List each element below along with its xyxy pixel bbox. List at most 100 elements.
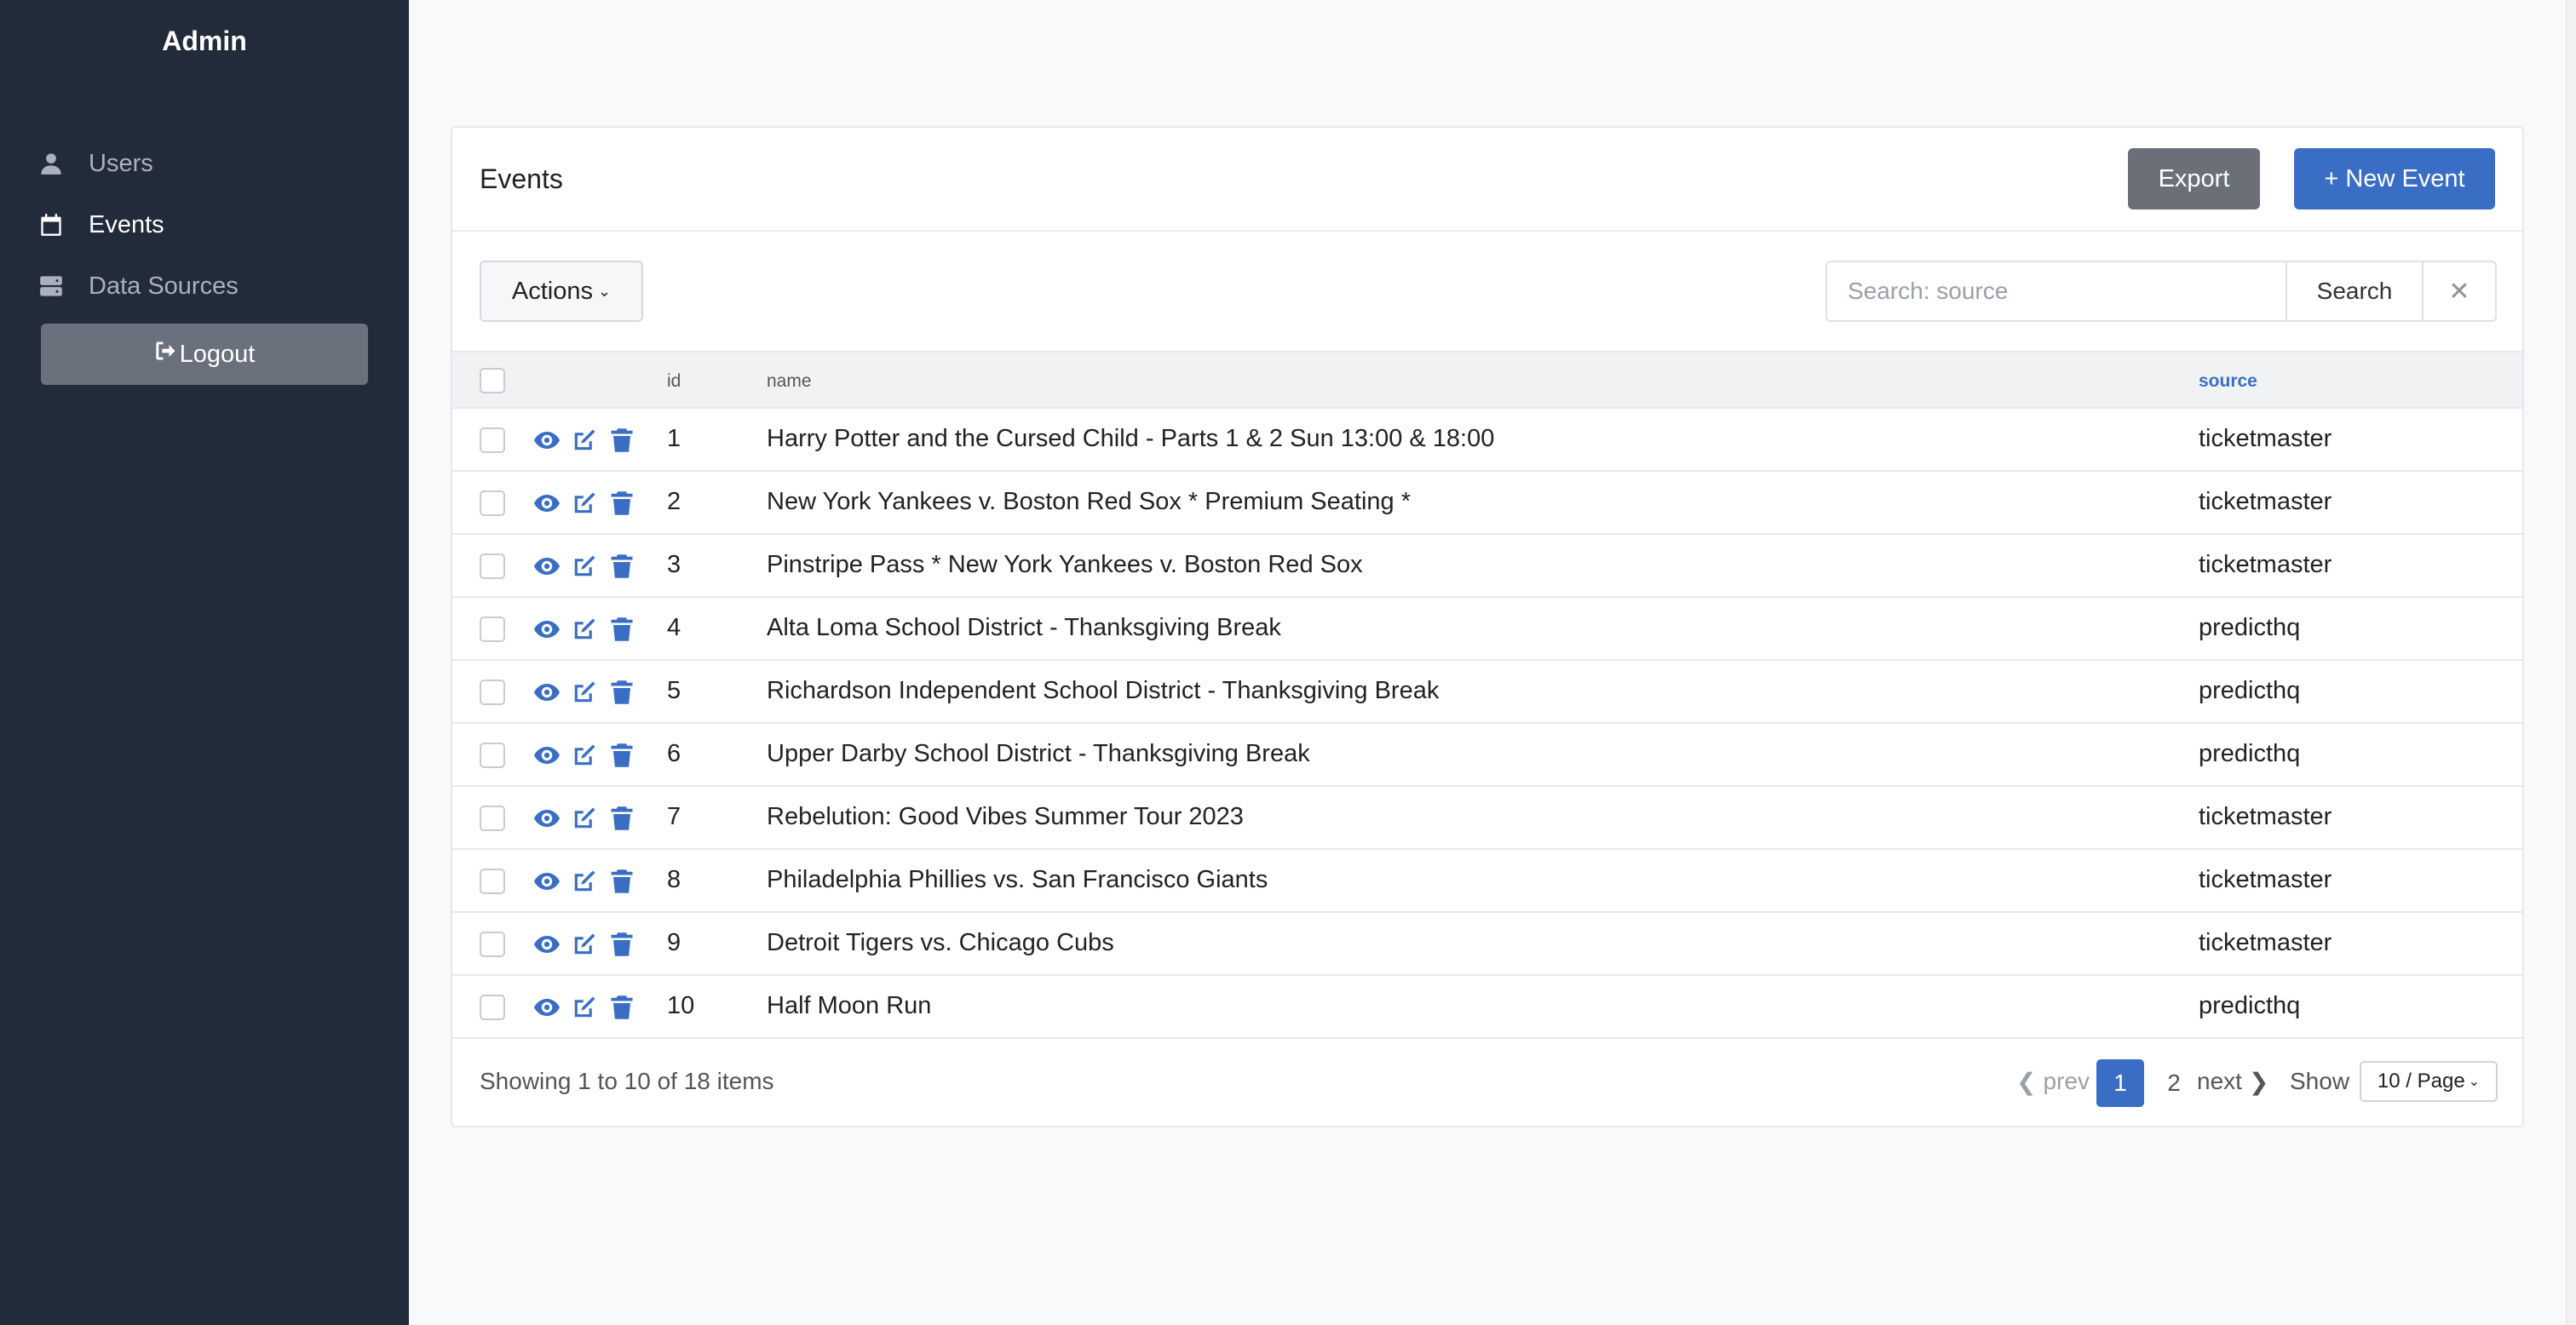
edit-icon[interactable] — [572, 490, 597, 516]
cell-source: ticketmaster — [2199, 803, 2332, 830]
trash-icon[interactable] — [609, 743, 635, 768]
trash-icon[interactable] — [609, 490, 635, 516]
clear-search-icon[interactable]: ✕ — [2424, 262, 2495, 320]
search-input[interactable] — [1827, 262, 2287, 320]
table-row: 5 Richardson Independent School District … — [452, 661, 2522, 724]
chevron-left-icon: ❮ — [2016, 1068, 2037, 1095]
chevron-right-icon: ❯ — [2248, 1068, 2269, 1095]
sidebar-item-label: Data Sources — [89, 272, 239, 300]
row-checkbox[interactable] — [480, 427, 505, 453]
user-icon — [39, 152, 63, 175]
table-row: 7 Rebelution: Good Vibes Summer Tour 2023… — [452, 787, 2522, 850]
column-header-id[interactable]: id — [667, 371, 681, 392]
logout-button[interactable]: Logout — [41, 324, 368, 385]
eye-icon[interactable] — [534, 554, 560, 579]
card-header: Events Export + New Event — [452, 128, 2522, 232]
cell-source: ticketmaster — [2199, 425, 2332, 452]
table-row: 9 Detroit Tigers vs. Chicago Cubs ticketma… — [452, 913, 2522, 976]
cell-name: Richardson Independent School District -… — [767, 677, 1440, 704]
cell-id: 8 — [667, 866, 681, 893]
page-button-2[interactable]: 2 — [2153, 1059, 2195, 1107]
events-card: Events Export + New Event Actions ⌄ Sear… — [451, 126, 2524, 1127]
cell-source: predicthq — [2199, 614, 2301, 641]
sidebar-item-data-sources[interactable]: Data Sources — [39, 261, 239, 312]
row-checkbox[interactable] — [480, 995, 505, 1020]
row-checkbox[interactable] — [480, 806, 505, 831]
eye-icon[interactable] — [534, 869, 560, 894]
eye-icon[interactable] — [534, 932, 560, 957]
eye-icon[interactable] — [534, 806, 560, 831]
row-checkbox[interactable] — [480, 554, 505, 579]
trash-icon[interactable] — [609, 869, 635, 894]
export-button[interactable]: Export — [2128, 148, 2260, 209]
row-checkbox[interactable] — [480, 490, 505, 516]
trash-icon[interactable] — [609, 995, 635, 1020]
table-header: id name source — [452, 351, 2522, 409]
pagination-info: Showing 1 to 10 of 18 items — [480, 1068, 774, 1094]
cell-source: predicthq — [2199, 740, 2301, 767]
next-button[interactable]: next ❯ — [2197, 1058, 2268, 1105]
trash-icon[interactable] — [609, 427, 635, 453]
select-all-checkbox[interactable] — [480, 368, 505, 393]
row-checkbox[interactable] — [480, 680, 505, 705]
column-header-name[interactable]: name — [767, 371, 812, 392]
edit-icon[interactable] — [572, 427, 597, 453]
calendar-icon — [39, 213, 63, 237]
per-page-select[interactable]: 10 / Page ⌄ — [2360, 1061, 2498, 1102]
brand-title: Admin — [162, 26, 247, 56]
eye-icon[interactable] — [534, 617, 560, 642]
eye-icon[interactable] — [534, 995, 560, 1020]
page-scrollbar[interactable] — [2566, 0, 2576, 1325]
trash-icon[interactable] — [609, 554, 635, 579]
trash-icon[interactable] — [609, 617, 635, 642]
cell-source: ticketmaster — [2199, 551, 2332, 578]
table-row: 8 Philadelphia Phillies vs. San Francisco… — [452, 850, 2522, 913]
eye-icon[interactable] — [534, 427, 560, 453]
cell-source: ticketmaster — [2199, 488, 2332, 515]
sidebar-item-events[interactable]: Events — [39, 199, 164, 250]
new-event-button[interactable]: + New Event — [2294, 148, 2495, 209]
cell-id: 7 — [667, 803, 681, 830]
row-checkbox[interactable] — [480, 617, 505, 642]
edit-icon[interactable] — [572, 554, 597, 579]
sidebar-item-label: Users — [89, 149, 153, 177]
trash-icon[interactable] — [609, 680, 635, 705]
cell-name: Rebelution: Good Vibes Summer Tour 2023 — [767, 803, 1244, 830]
eye-icon[interactable] — [534, 680, 560, 705]
row-checkbox[interactable] — [480, 743, 505, 768]
table-row: 6 Upper Darby School District - Thanksgiv… — [452, 724, 2522, 787]
edit-icon[interactable] — [572, 617, 597, 642]
row-checkbox[interactable] — [480, 932, 505, 957]
search-group: Search ✕ — [1826, 261, 2497, 322]
chevron-down-icon: ⌄ — [2468, 1075, 2481, 1089]
logout-icon — [154, 339, 180, 370]
edit-icon[interactable] — [572, 743, 597, 768]
cell-id: 1 — [667, 425, 681, 452]
cell-name: Detroit Tigers vs. Chicago Cubs — [767, 929, 1114, 956]
edit-icon[interactable] — [572, 806, 597, 831]
cell-name: New York Yankees v. Boston Red Sox * Pre… — [767, 488, 1412, 515]
actions-dropdown[interactable]: Actions ⌄ — [480, 261, 643, 322]
sidebar: Admin Users Events Data Sources Logout — [0, 0, 409, 1325]
row-checkbox[interactable] — [480, 869, 505, 894]
eye-icon[interactable] — [534, 490, 560, 516]
edit-icon[interactable] — [572, 680, 597, 705]
column-header-source[interactable]: source — [2199, 371, 2257, 392]
sidebar-item-users[interactable]: Users — [39, 138, 153, 189]
cell-name: Philadelphia Phillies vs. San Francisco … — [767, 866, 1268, 893]
cell-source: predicthq — [2199, 992, 2301, 1019]
prev-button[interactable]: ❮ prev — [2016, 1058, 2090, 1105]
edit-icon[interactable] — [572, 932, 597, 957]
edit-icon[interactable] — [572, 869, 597, 894]
edit-icon[interactable] — [572, 995, 597, 1020]
eye-icon[interactable] — [534, 743, 560, 768]
trash-icon[interactable] — [609, 806, 635, 831]
table-row: 2 New York Yankees v. Boston Red Sox * Pr… — [452, 472, 2522, 535]
page-button-1[interactable]: 1 — [2096, 1059, 2144, 1107]
trash-icon[interactable] — [609, 932, 635, 957]
cell-id: 4 — [667, 614, 681, 641]
cell-id: 9 — [667, 929, 681, 956]
search-button[interactable]: Search — [2287, 262, 2424, 320]
prev-label: prev — [2043, 1068, 2090, 1094]
cell-source: predicthq — [2199, 677, 2301, 704]
